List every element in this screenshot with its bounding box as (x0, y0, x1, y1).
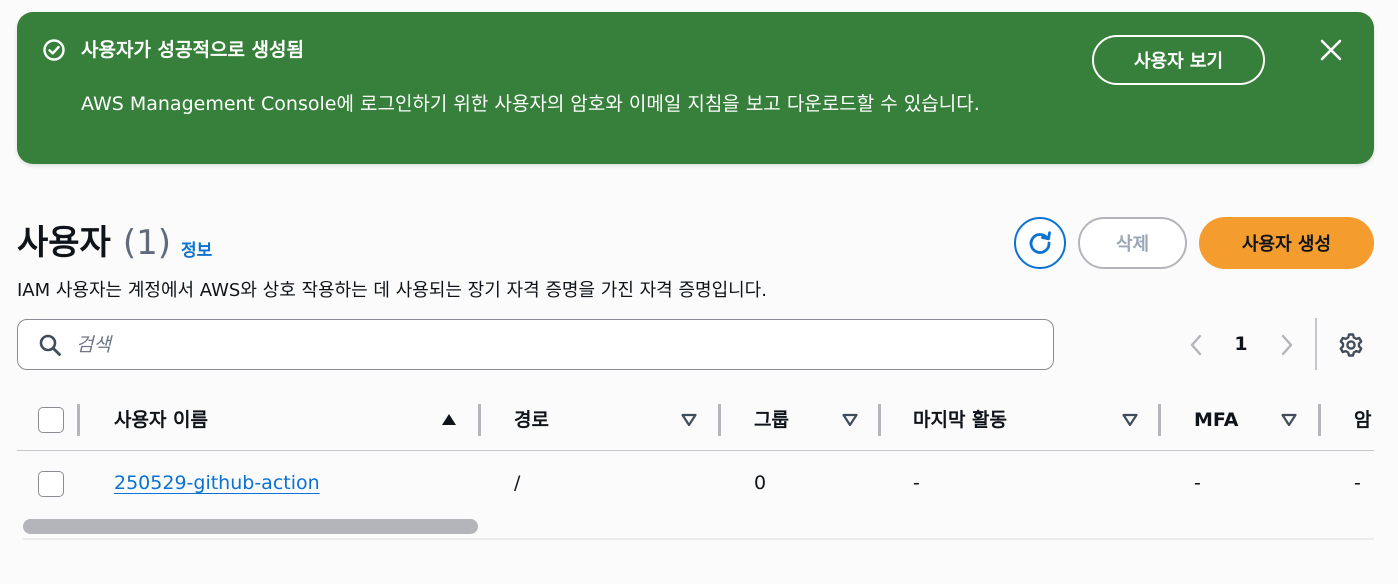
column-header-user-name[interactable]: 사용자 이름 (114, 390, 208, 450)
next-column-cell: - (1354, 472, 1361, 494)
page-title: 사용자 (1) (17, 222, 171, 264)
chevron-left-icon (1190, 334, 1202, 356)
toolbar-divider (1315, 318, 1317, 370)
success-flash-banner: 사용자가 성공적으로 생성됨 AWS Management Console에 로… (17, 12, 1374, 164)
search-icon (39, 334, 61, 356)
table-bottom-border (23, 538, 1374, 540)
column-header-next[interactable]: 암 (1354, 390, 1371, 450)
user-count: (1) (122, 223, 172, 263)
column-header-groups[interactable]: 그룹 (754, 390, 789, 450)
row-checkbox[interactable] (38, 471, 64, 497)
table-row: 250529-github-action / 0 - - - (17, 451, 1374, 516)
create-user-button[interactable]: 사용자 생성 (1199, 217, 1374, 269)
page-number[interactable]: 1 (1229, 330, 1253, 358)
table-header-row: 사용자 이름 경로 그룹 마지막 활동 MFA 암 (17, 390, 1374, 451)
flash-title: 사용자가 성공적으로 생성됨 (81, 39, 304, 61)
column-divider[interactable] (878, 404, 881, 436)
column-header-last-activity[interactable]: 마지막 활동 (913, 390, 1007, 450)
search-input[interactable] (76, 328, 1026, 362)
flash-message: AWS Management Console에 로그인하기 위한 사용자의 암호… (81, 93, 980, 115)
column-divider (77, 404, 80, 436)
sort-caret-down-icon[interactable] (841, 411, 859, 429)
delete-button[interactable]: 삭제 (1078, 217, 1187, 269)
sort-ascending-icon[interactable] (440, 411, 458, 429)
column-header-path[interactable]: 경로 (514, 390, 549, 450)
horizontal-scrollbar[interactable] (23, 518, 1374, 540)
mfa-cell: - (1194, 472, 1201, 494)
last-activity-cell: - (913, 472, 920, 494)
column-divider[interactable] (1318, 404, 1321, 436)
sort-caret-down-icon[interactable] (1280, 411, 1298, 429)
column-divider[interactable] (1158, 404, 1161, 436)
sort-caret-down-icon[interactable] (680, 411, 698, 429)
gear-icon[interactable] (1337, 331, 1365, 359)
search-field[interactable] (17, 319, 1054, 370)
user-name-link[interactable]: 250529-github-action (114, 451, 320, 516)
column-divider[interactable] (718, 404, 721, 436)
users-table: 사용자 이름 경로 그룹 마지막 활동 MFA 암 250529-github-… (17, 390, 1374, 550)
sort-caret-down-icon[interactable] (1121, 411, 1139, 429)
info-link[interactable]: 정보 (181, 236, 212, 261)
view-user-button[interactable]: 사용자 보기 (1092, 35, 1265, 85)
groups-cell: 0 (754, 472, 767, 494)
refresh-button[interactable] (1014, 217, 1066, 269)
chevron-right-icon[interactable] (1276, 331, 1298, 359)
close-icon[interactable] (1318, 37, 1344, 63)
scrollbar-thumb[interactable] (23, 519, 478, 534)
select-all-checkbox[interactable] (38, 407, 64, 433)
path-cell: / (514, 472, 521, 494)
column-divider[interactable] (478, 404, 481, 436)
refresh-icon (1029, 231, 1051, 254)
success-check-icon (43, 39, 65, 61)
page-description: IAM 사용자는 계정에서 AWS와 상호 작용하는 데 사용되는 장기 자격 … (17, 280, 767, 301)
page-title-text: 사용자 (17, 223, 111, 263)
column-header-mfa[interactable]: MFA (1194, 390, 1238, 450)
